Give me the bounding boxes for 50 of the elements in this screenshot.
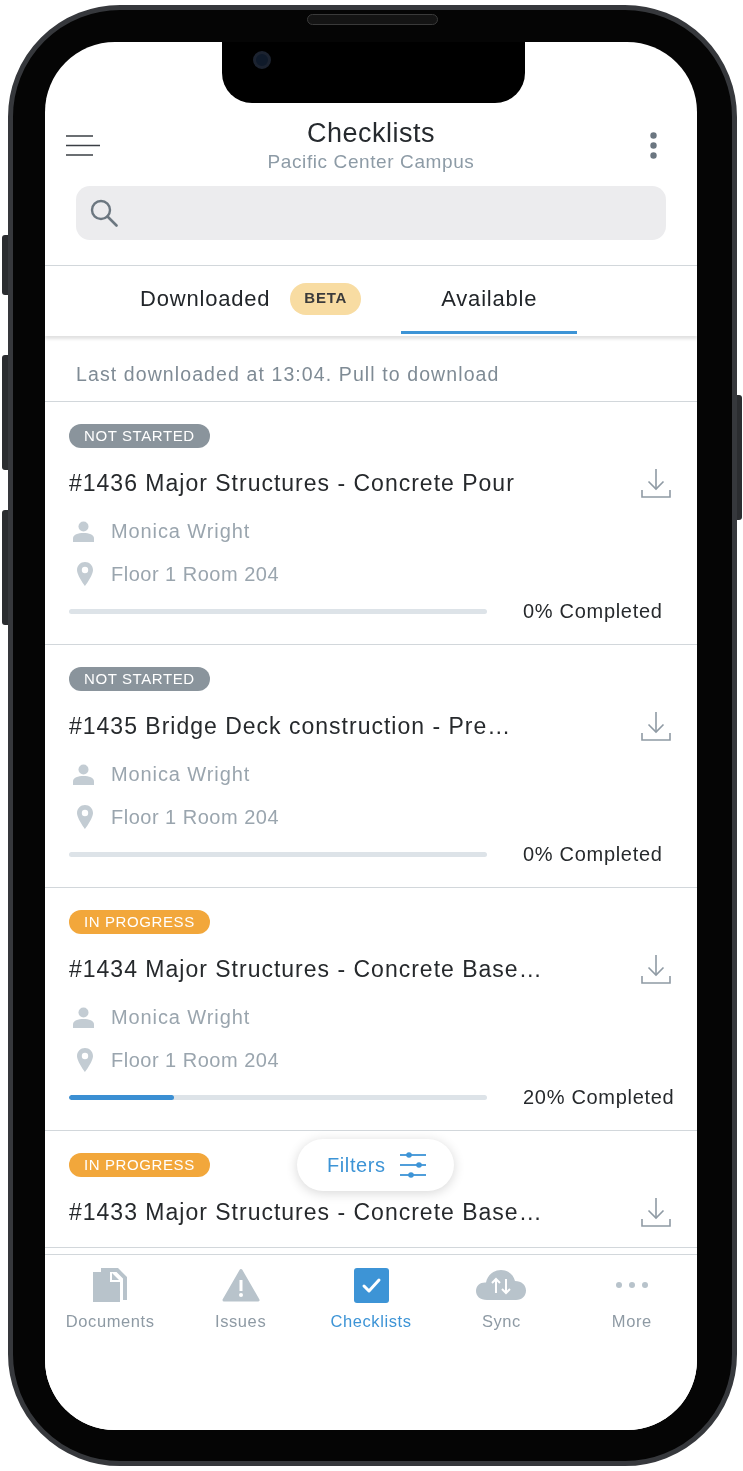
checklist-title: #1435 Bridge Deck construction - Pre… [69,711,512,741]
cloud-sync-icon [476,1270,527,1300]
status-badge: IN PROGRESS [69,1153,210,1177]
sync-status-text: Last downloaded at 13:04. Pull to download [76,363,500,385]
search-field[interactable] [76,186,666,240]
assignee-name: Monica Wright [111,519,251,544]
camera-lens-icon [253,51,271,69]
more-options-icon[interactable] [650,131,657,159]
nav-tab[interactable]: Checklists [305,1255,437,1331]
nav-tab[interactable]: Issues [175,1255,306,1331]
person-icon [73,763,94,785]
menu-icon[interactable] [66,134,100,156]
person-icon [73,520,94,542]
progress-label: 0% Completed [523,842,663,867]
location-text: Floor 1 Room 204 [111,562,280,587]
screen-title: Checklists [307,117,435,150]
checklist-title: #1433 Major Structures - Concrete Base… [69,1197,543,1227]
progress-label: 20% Completed [523,1085,675,1110]
location-text: Floor 1 Room 204 [111,805,280,830]
nav-tab[interactable]: Sync [436,1255,567,1331]
nav-tab[interactable]: Documents [45,1255,176,1331]
location-pin-icon [77,562,93,586]
assignee-name: Monica Wright [111,762,251,787]
progress-label: 0% Completed [523,599,663,624]
documents-icon [91,1267,130,1303]
person-icon [73,1006,94,1028]
checklist-title: #1436 Major Structures - Concrete Pour [69,468,515,498]
screen-subtitle: Pacific Center Campus [267,150,475,174]
status-badge: IN PROGRESS [69,910,210,934]
download-icon[interactable] [641,1197,671,1227]
checkbox-icon [353,1267,389,1303]
beta-badge: BETA [290,282,362,315]
filters-button[interactable]: Filters [297,1139,454,1191]
tab[interactable]: Downloaded BETA [100,266,402,334]
location-text: Floor 1 Room 204 [111,1048,280,1073]
checklist-title: #1434 Major Structures - Concrete Base… [69,954,543,984]
assignee-name: Monica Wright [111,1005,251,1030]
sliders-icon [399,1152,426,1178]
location-pin-icon [77,805,93,829]
location-pin-icon [77,1048,93,1072]
search-icon [90,199,118,227]
warning-icon [221,1268,260,1302]
download-icon[interactable] [641,468,671,498]
download-icon[interactable] [641,711,671,741]
tab[interactable]: Available [401,266,578,334]
nav-tab[interactable]: More [566,1255,697,1331]
more-icon [614,1281,649,1289]
download-icon[interactable] [641,954,671,984]
status-badge: NOT STARTED [69,424,210,448]
status-badge: NOT STARTED [69,667,210,691]
